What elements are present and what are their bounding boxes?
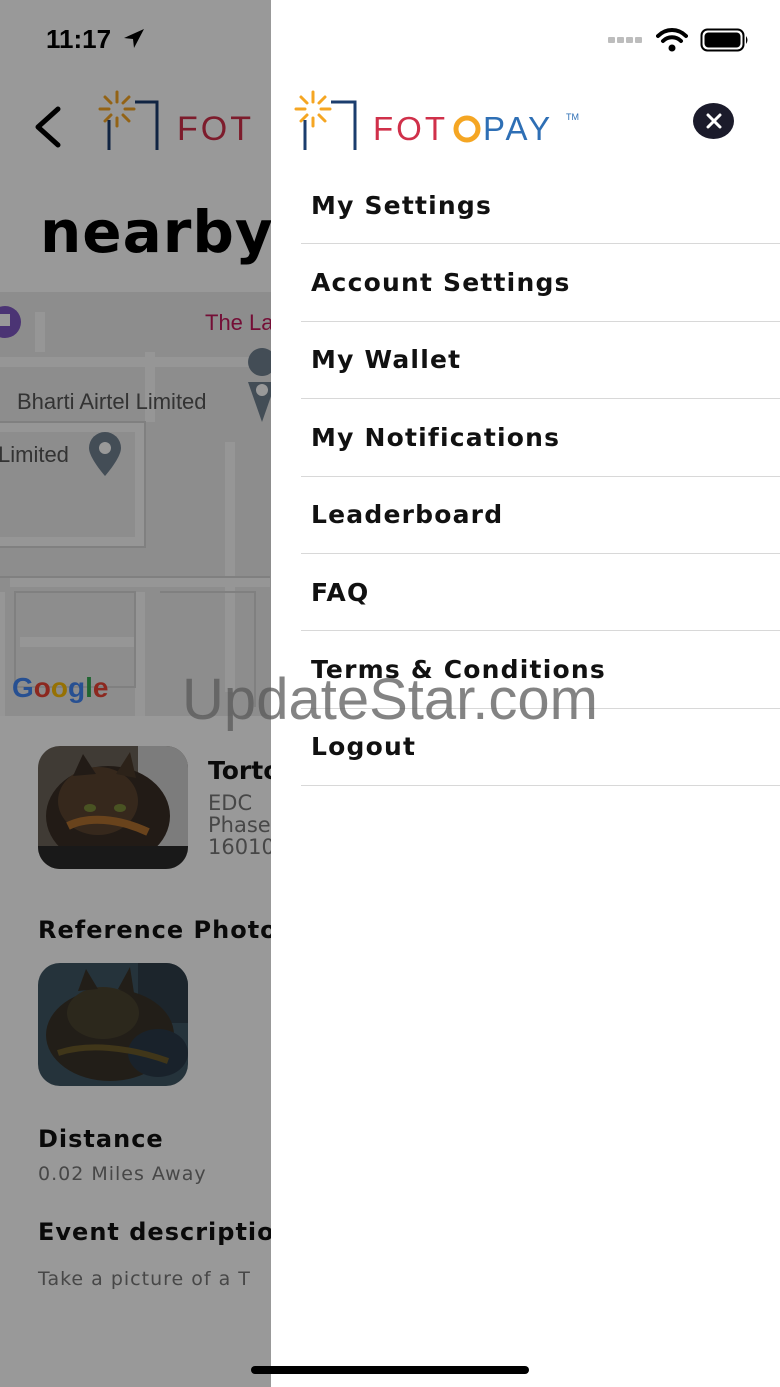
svg-text:PAY: PAY <box>483 110 553 147</box>
fotopay-logo: FOT PAY TM <box>291 90 581 156</box>
menu-item-label: My Notifications <box>311 422 561 452</box>
close-icon <box>706 113 721 129</box>
watermark: UpdateStar.com <box>182 667 598 732</box>
svg-text:TM: TM <box>566 112 579 122</box>
menu-item-label: FAQ <box>311 577 370 607</box>
menu-item-faq[interactable]: FAQ <box>301 554 780 632</box>
menu-item-label: Account Settings <box>311 268 571 298</box>
status-icons <box>608 28 750 52</box>
menu-item-my-wallet[interactable]: My Wallet <box>301 322 780 400</box>
menu-item-my-notifications[interactable]: My Notifications <box>301 399 780 477</box>
svg-text:FOT: FOT <box>373 110 448 147</box>
home-indicator[interactable] <box>251 1366 529 1374</box>
cellular-signal-icon <box>608 37 642 43</box>
close-drawer-button[interactable] <box>693 103 734 139</box>
menu-item-label: My Wallet <box>311 345 462 375</box>
menu-item-label: My Settings <box>311 190 493 220</box>
menu-item-label: Logout <box>311 732 417 762</box>
menu-item-my-settings[interactable]: My Settings <box>301 167 780 245</box>
menu-item-label: Leaderboard <box>311 500 504 530</box>
wifi-icon <box>656 28 688 52</box>
menu-item-account-settings[interactable]: Account Settings <box>301 244 780 322</box>
menu-item-leaderboard[interactable]: Leaderboard <box>301 477 780 554</box>
battery-icon <box>700 28 748 52</box>
